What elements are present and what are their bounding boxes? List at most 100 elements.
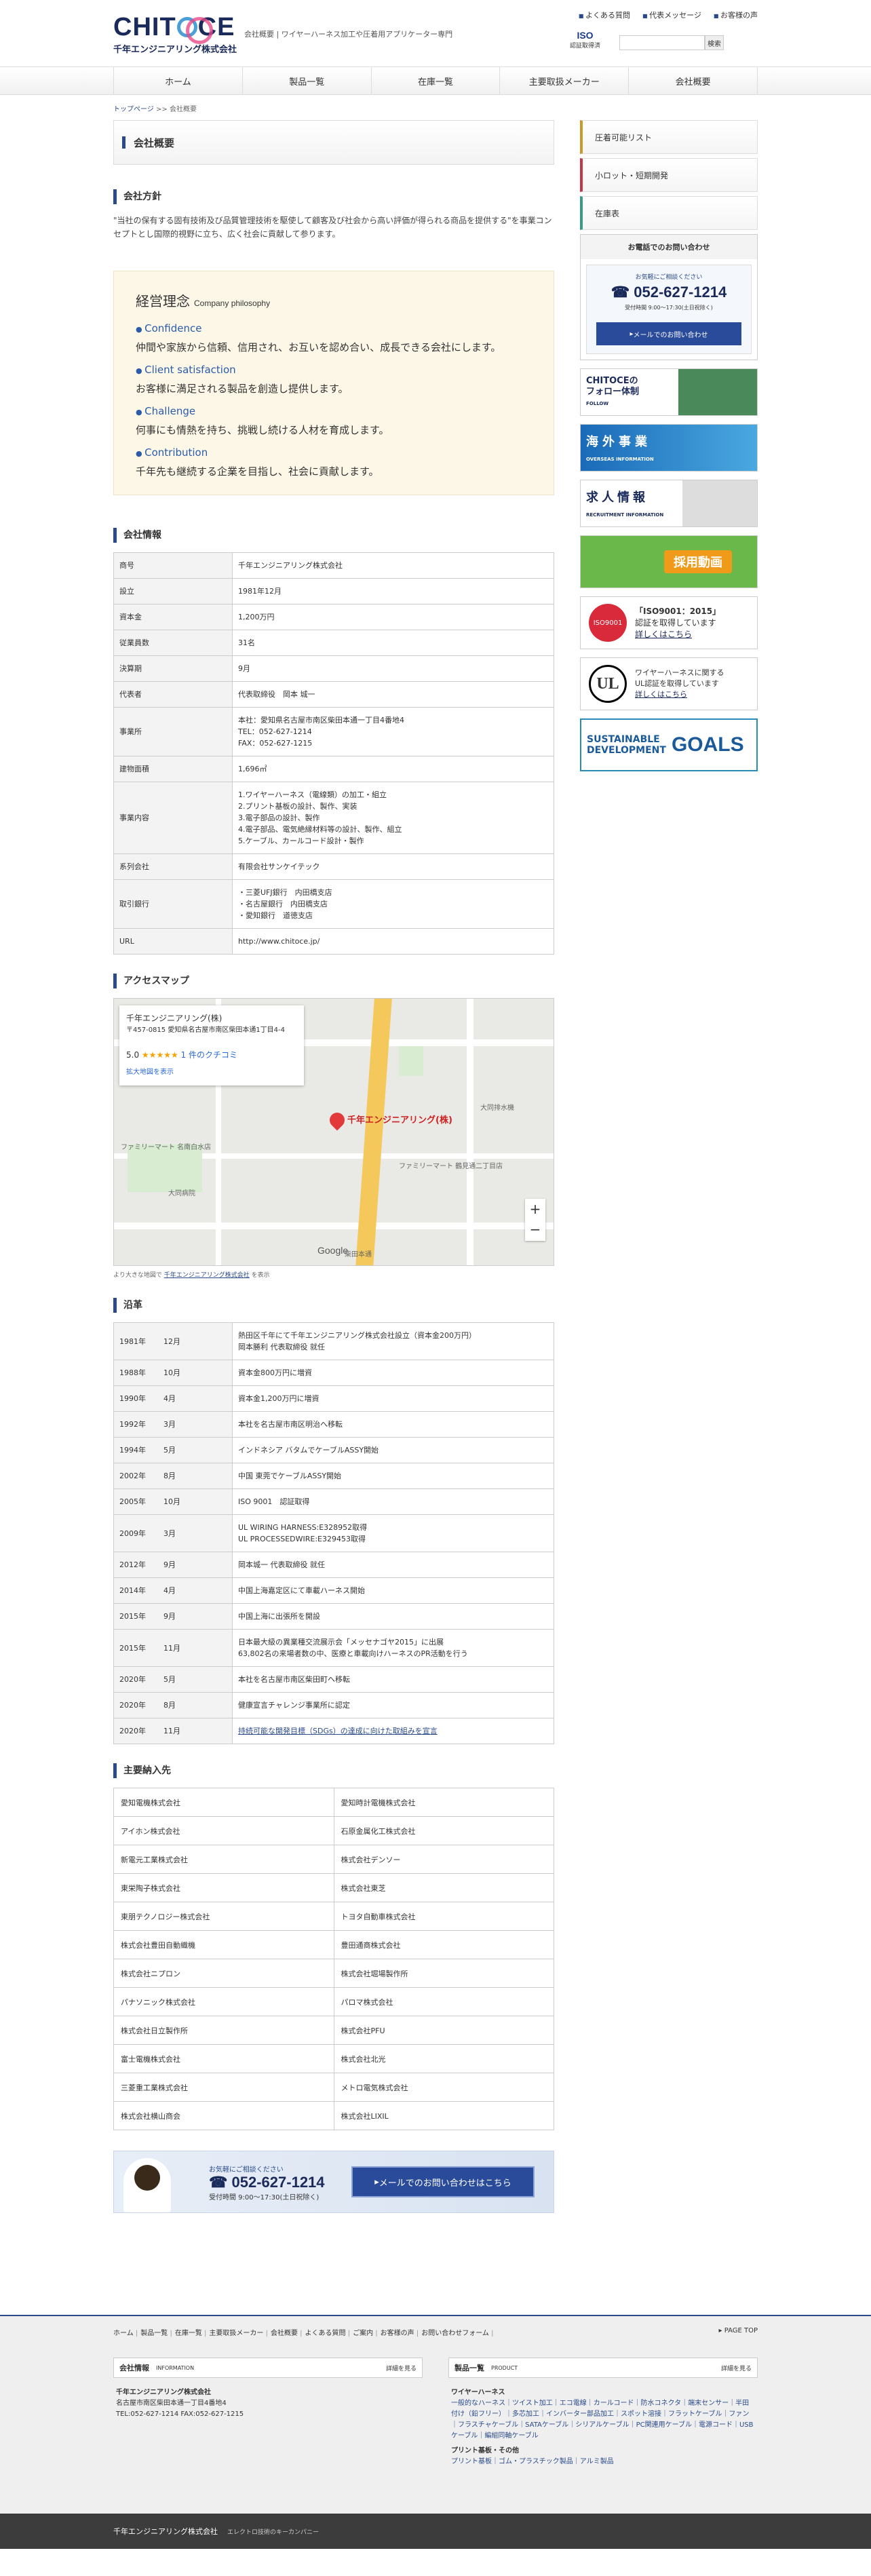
history-row: 2020年 11月 持続可能な開発目標（SDGs）の達成に向けた取組みを宣言 (113, 1718, 554, 1744)
sidebar-tab-small-lot[interactable]: 小ロット・短期開発 (580, 158, 758, 192)
history-month: 8月 (163, 1472, 176, 1480)
breadcrumb-current: 会社概要 (169, 106, 197, 113)
customer-row: アイホン株式会社 石原金属化工株式会社 (113, 1816, 554, 1845)
info-key: 系列会社 (113, 853, 233, 880)
iso-badge[interactable]: ISO 認証取得済 (570, 30, 600, 50)
sidebar-tab-stock[interactable]: 在庫表 (580, 196, 758, 230)
philosophy-item-jp: 何事にも情熱を持ち、挑戦し続ける人材を育成します。 (136, 425, 389, 436)
customer-row: 株式会社日立製作所 株式会社PFU (113, 2016, 554, 2045)
logo[interactable]: CHIT CE 千年エンジニアリング株式会社 (113, 14, 237, 55)
gnav-products[interactable]: 製品一覧 (241, 67, 371, 94)
banner-iso-link[interactable]: 詳しくはこちら (635, 629, 720, 640)
footer-company-more[interactable]: 詳細を見る (386, 2364, 417, 2372)
banner-sdgs[interactable]: SUSTAINABLE DEVELOPMENT GOALS (580, 718, 758, 771)
customer-name: 株式会社LIXIL (333, 2101, 554, 2130)
util-links: よくある質問 代表メッセージ お客様の声 (579, 9, 758, 20)
info-value: 9月 (232, 655, 554, 682)
footer-link[interactable]: お客様の声 (381, 2327, 419, 2337)
iso-mark-icon: ISO9001 (589, 604, 627, 642)
customer-name: 株式会社日立製作所 (113, 2016, 334, 2045)
customer-name: 新電元工業株式会社 (113, 1845, 334, 1874)
history-month: 3月 (163, 1420, 176, 1429)
history-row: 2002年 8月 中国 東莞でケーブルASSY開始 (113, 1463, 554, 1489)
map-note: より大きな地図で 千年エンジニアリング株式会社 を表示 (113, 1270, 554, 1279)
sidebar-contact-tel[interactable]: ☎ 052-627-1214 (587, 284, 751, 301)
footer-link[interactable]: よくある質問 (305, 2327, 351, 2337)
history-event-link[interactable]: 持続可能な開発目標（SDGs）の達成に向けた取組みを宣言 (238, 1727, 438, 1735)
footer-link[interactable]: 主要取扱メーカー (209, 2327, 268, 2337)
google-logo: Google (317, 1245, 349, 1256)
search-input[interactable] (619, 35, 705, 50)
copyright-text: 千年エンジニアリング株式会社 (113, 2527, 218, 2536)
banner-iso[interactable]: ISO9001 「ISO9001：2015」 認証を取得しています 詳しくはこち… (580, 596, 758, 649)
map-zoom-control: + − (525, 1199, 545, 1241)
banner-ul[interactable]: UL ワイヤーハーネスに関する UL認証を取得しています 詳しくはこちら (580, 657, 758, 710)
history-event-text: 中国 東莞でケーブルASSY開始 (238, 1472, 342, 1480)
map-note-link[interactable]: 千年エンジニアリング株式会社 (164, 1272, 250, 1279)
customer-row: 株式会社ニプロン 株式会社堀場製作所 (113, 1959, 554, 1988)
zoom-out-button[interactable]: − (525, 1219, 545, 1239)
map-card-link[interactable]: 拡大地図を表示 (126, 1066, 297, 1076)
gnav-home[interactable]: ホーム (113, 67, 242, 94)
banner-overseas[interactable]: 海外事業 OVERSEAS INFORMATION (580, 424, 758, 472)
sidebar-tab-crimp-list[interactable]: 圧着可能リスト (580, 120, 758, 154)
contact-banner-tel[interactable]: ☎ 052-627-1214 (209, 2174, 325, 2191)
gnav-stock[interactable]: 在庫一覧 (370, 67, 500, 94)
util-link-voice[interactable]: お客様の声 (714, 9, 758, 20)
info-value: 1,200万円 (232, 604, 554, 630)
util-link-message[interactable]: 代表メッセージ (642, 9, 701, 20)
history-row: 2012年 9月 岡本城一 代表取締役 就任 (113, 1552, 554, 1578)
breadcrumb-home[interactable]: トップページ (113, 106, 154, 113)
footer-link[interactable]: ホーム (113, 2327, 138, 2337)
philosophy-title: 経営理念 Company philosophy (136, 290, 532, 310)
contact-banner: お気軽にご相談ください ☎ 052-627-1214 受付時間 9:00〜17:… (113, 2151, 554, 2213)
map-note-prefix: より大きな地図で (113, 1272, 162, 1279)
info-row: 事業内容 1.ワイヤーハーネス（電線類）の加工・組立 2.プリント基板の設計、製作… (113, 782, 554, 854)
footer-products-cat1: ワイヤーハーネス (451, 2389, 505, 2396)
footer-products-cat1-items[interactable]: 一般的なハーネス｜ツイスト加工｜エコ電線｜カールコード｜防水コネクタ｜端末センサ… (451, 2398, 755, 2442)
zoom-in-button[interactable]: + (525, 1199, 545, 1219)
sidebar-contact-tel-number: 052-627-1214 (634, 284, 727, 301)
page-top-label: PAGE TOP (724, 2327, 758, 2334)
map-card-rating: 5.0 ★★★★★ 1 件のクチコミ (126, 1049, 297, 1060)
util-link-faq[interactable]: よくある質問 (579, 9, 630, 20)
banner-recruit-video[interactable]: 採用動画 (580, 535, 758, 588)
sidebar-mail-button[interactable]: ▸ メールでのお問い合わせ (596, 322, 741, 345)
customer-row: 愛知電機株式会社 愛知時計電機株式会社 (113, 1788, 554, 1817)
footer-products-more[interactable]: 詳細を見る (721, 2364, 752, 2372)
banner-recruit[interactable]: 求人情報 RECRUITMENT INFORMATION (580, 480, 758, 527)
banner-follow[interactable]: CHITOCEの フォロー体制 FOLLOW (580, 368, 758, 416)
philosophy-box: 経営理念 Company philosophy Confidence 仲間や家族か… (113, 271, 554, 495)
footer-link[interactable]: ご案内 (353, 2327, 378, 2337)
history-event-text: 資本金800万円に増資 (238, 1368, 312, 1377)
history-month: 12月 (163, 1337, 180, 1346)
banner-follow-label: CHITOCEの フォロー体制 FOLLOW (581, 376, 639, 409)
map-pin-icon[interactable] (326, 1109, 348, 1131)
history-event-text: 熱田区千年にて千年エンジニアリング株式会社設立（資本金200万円） 岡本勝利 代… (238, 1331, 476, 1351)
history-month: 9月 (163, 1612, 176, 1621)
footer-link[interactable]: 会社概要 (271, 2327, 303, 2337)
history-row: 2015年 11月 日本最大級の異業種交流展示会「メッセナゴヤ2015」に出展 63… (113, 1629, 554, 1667)
access-map[interactable]: 大同病院 ファミリーマート 名南白水店 柴田本通 大同排水機 ファミリーマート … (113, 998, 554, 1266)
footer-link[interactable]: お問い合わせフォーム (421, 2327, 493, 2337)
search-button[interactable]: 検索 (705, 35, 724, 50)
page-top-link[interactable]: ▸ PAGE TOP (718, 2327, 758, 2334)
footer-link[interactable]: 在庫一覧 (175, 2327, 207, 2337)
banner-iso-desc: 認証を取得しています (635, 617, 716, 628)
gnav-company[interactable]: 会社概要 (628, 67, 758, 94)
history-event-text: 本社を名古屋市南区明治へ移転 (238, 1420, 343, 1429)
footer-products-cat2-items[interactable]: プリント基板｜ゴム・プラスチック製品｜アルミ製品 (451, 2457, 755, 2467)
banner-ul-link[interactable]: 詳しくはこちら (635, 689, 724, 700)
history-date: 2009年 3月 (113, 1514, 233, 1552)
gnav-makers[interactable]: 主要取扱メーカー (499, 67, 628, 94)
map-card-reviews[interactable]: 1 件のクチコミ (181, 1050, 237, 1060)
history-date: 2020年 5月 (113, 1666, 233, 1693)
history-year: 2009年 (119, 1529, 146, 1538)
mail-contact-button[interactable]: ▸ メールでのお問い合わせはこちら (351, 2166, 535, 2197)
footer-link[interactable]: 製品一覧 (140, 2327, 172, 2337)
logo-mark: CHIT CE (113, 13, 235, 44)
banner-sdgs-text: SUSTAINABLE DEVELOPMENT (587, 734, 666, 756)
history-event-text: 資本金1,200万円に増資 (238, 1394, 320, 1403)
customer-name: 三菱重工業株式会社 (113, 2073, 334, 2102)
history-event: 資本金1,200万円に増資 (232, 1385, 554, 1412)
